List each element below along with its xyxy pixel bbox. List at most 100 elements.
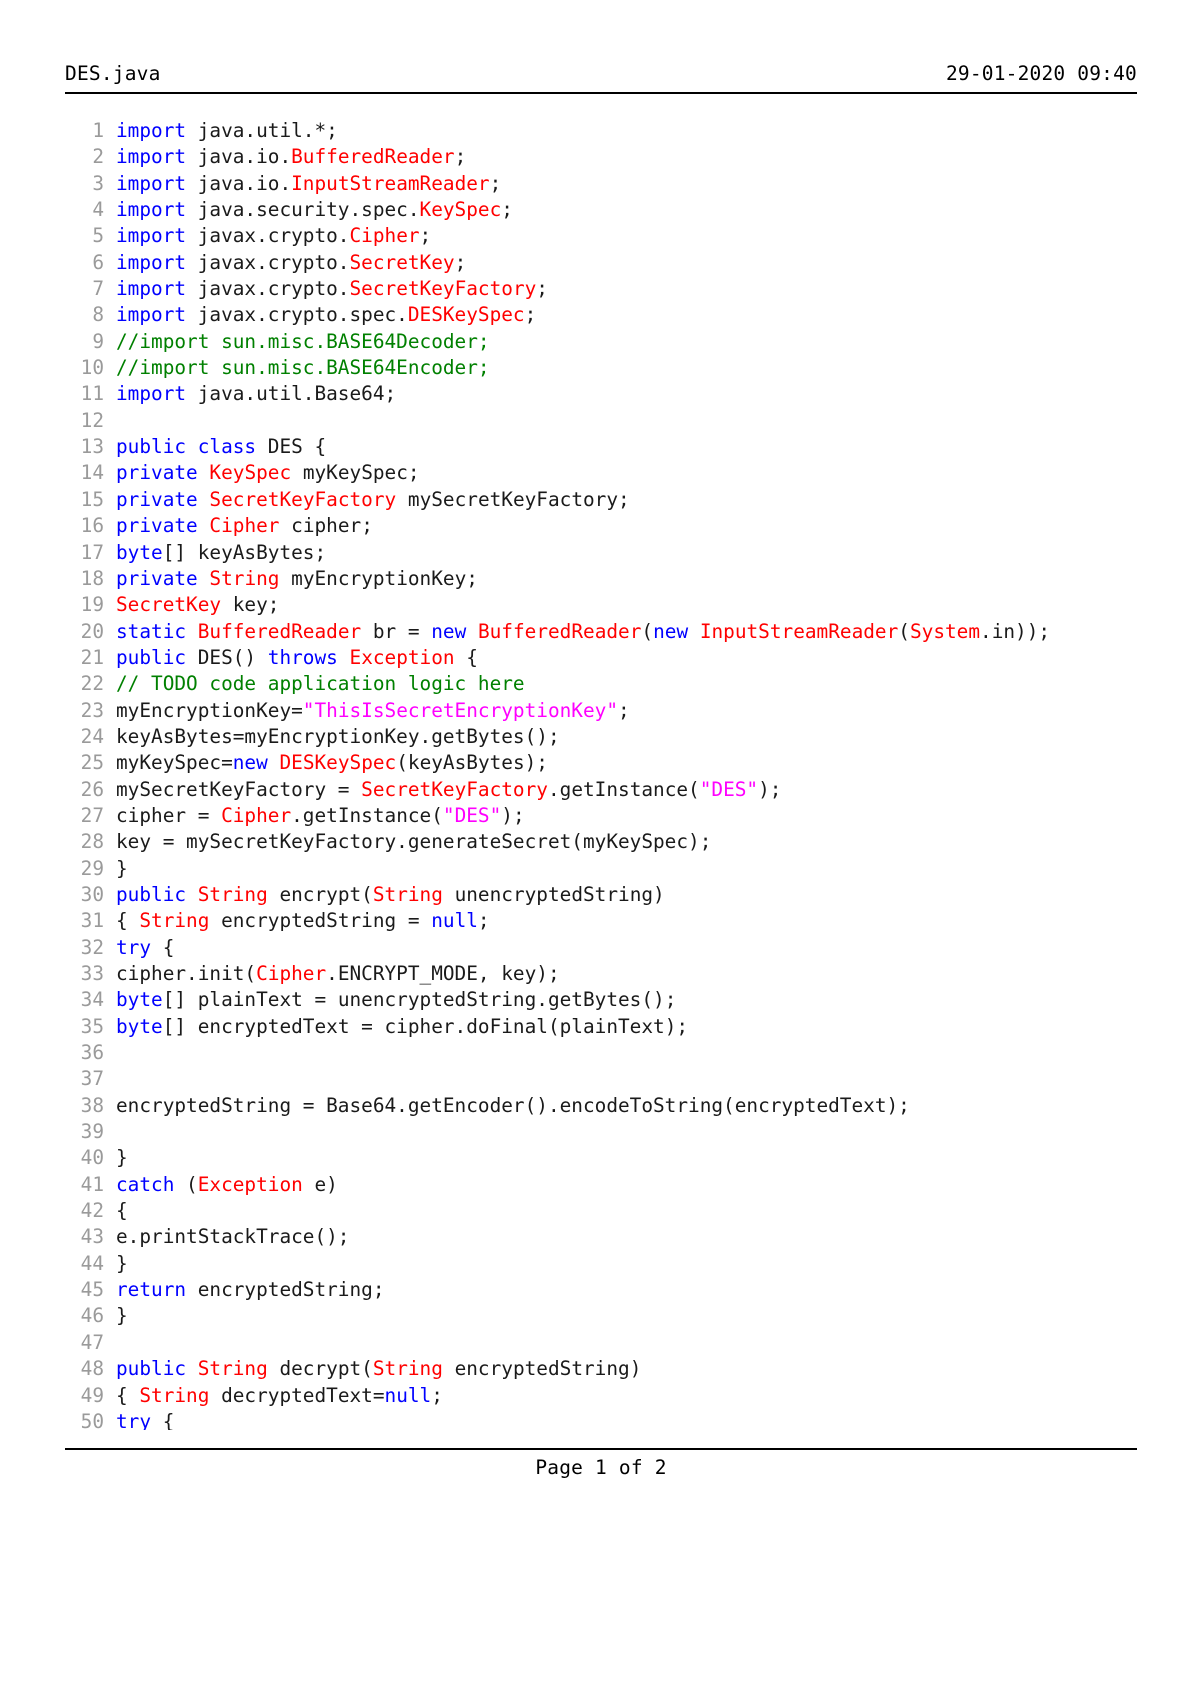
code-text: myKeySpec=new DESKeySpec(keyAsBytes); bbox=[116, 750, 548, 776]
line-number: 7 bbox=[92, 277, 104, 301]
code-token-cls: SecretKeyFactory bbox=[361, 777, 548, 801]
line-number: 37 bbox=[80, 1067, 104, 1091]
code-token-pln: [] plainText = unencryptedString.getByte… bbox=[162, 988, 677, 1012]
code-token-kw: import bbox=[116, 198, 187, 222]
code-token-cls: InputStreamReader bbox=[699, 619, 899, 643]
code-text: private Cipher cipher; bbox=[116, 513, 373, 539]
code-token-kw: try bbox=[116, 1409, 152, 1430]
code-text: import javax.crypto.SecretKeyFactory; bbox=[116, 276, 548, 302]
code-token-pln: java.security.spec. bbox=[186, 198, 420, 222]
page-footer: Page 1 of 2 bbox=[65, 1456, 1137, 1479]
code-line: 5 import javax.crypto.Cipher; bbox=[65, 223, 1140, 249]
code-token-cls: String bbox=[209, 566, 280, 590]
code-token-pln: ( bbox=[641, 619, 654, 643]
code-token-kw: new bbox=[232, 751, 268, 775]
code-text: import java.util.*; bbox=[116, 118, 338, 144]
code-token-kw: import bbox=[116, 250, 187, 274]
line-number: 9 bbox=[92, 329, 104, 353]
code-token-pln: .getInstance( bbox=[291, 803, 443, 827]
code-token-pln: ); bbox=[758, 777, 782, 801]
code-token-pln: keyAsBytes=myEncryptionKey.getBytes(); bbox=[116, 724, 560, 748]
line-number: 42 bbox=[80, 1199, 104, 1223]
code-text: e.printStackTrace(); bbox=[116, 1224, 349, 1250]
code-line: 19 SecretKey key; bbox=[65, 592, 1140, 618]
code-token-cls: String bbox=[372, 1357, 443, 1381]
code-token-pln: ; bbox=[454, 145, 467, 169]
code-text: key = mySecretKeyFactory.generateSecret(… bbox=[116, 829, 711, 855]
code-line: 11 import java.util.Base64; bbox=[65, 381, 1140, 407]
line-number: 4 bbox=[92, 198, 104, 222]
code-text: myEncryptionKey="ThisIsSecretEncryptionK… bbox=[116, 698, 630, 724]
code-token-kw: try bbox=[116, 935, 152, 959]
code-token-kw: null bbox=[384, 1383, 432, 1407]
code-token-pln: myKeySpec= bbox=[116, 751, 233, 775]
code-line: 38 encryptedString = Base64.getEncoder().… bbox=[65, 1093, 1140, 1119]
line-number: 45 bbox=[80, 1278, 104, 1302]
line-number: 44 bbox=[80, 1251, 104, 1275]
code-token-cls: BufferedReader bbox=[477, 619, 642, 643]
code-token-cmt: //import sun.misc.BASE64Decoder; bbox=[116, 329, 490, 353]
code-line: 15 private SecretKeyFactory mySecretKeyFa… bbox=[65, 487, 1140, 513]
code-line: 7 import javax.crypto.SecretKeyFactory; bbox=[65, 276, 1140, 302]
code-token-pln bbox=[186, 883, 198, 906]
code-token-kw: import bbox=[116, 277, 187, 301]
line-number: 20 bbox=[80, 619, 104, 643]
line-number: 33 bbox=[80, 962, 104, 985]
line-number: 8 bbox=[92, 303, 104, 327]
code-token-pln: DES() bbox=[186, 645, 268, 669]
line-number: 32 bbox=[80, 935, 104, 959]
code-line: 26 mySecretKeyFactory = SecretKeyFactory.… bbox=[65, 777, 1140, 803]
line-number: 3 bbox=[92, 171, 104, 195]
code-token-cls: System bbox=[909, 619, 981, 643]
code-text: { String decryptedText=null; bbox=[116, 1383, 443, 1409]
line-number: 35 bbox=[80, 1014, 104, 1038]
code-token-cls: Cipher bbox=[209, 514, 280, 538]
code-token-kw: catch bbox=[116, 1172, 175, 1196]
code-token-pln: myEncryptionKey= bbox=[116, 698, 303, 722]
code-text: } bbox=[116, 1303, 128, 1329]
code-token-kw: public bbox=[116, 645, 187, 669]
code-token-pln bbox=[198, 567, 210, 590]
line-number: 26 bbox=[80, 777, 104, 801]
code-text: public class DES { bbox=[116, 434, 326, 460]
code-token-kw: return bbox=[116, 1278, 187, 1302]
code-text: //import sun.misc.BASE64Encoder; bbox=[116, 355, 490, 381]
code-text: import javax.crypto.Cipher; bbox=[116, 223, 431, 249]
code-token-kw: private bbox=[116, 566, 198, 590]
line-number: 34 bbox=[80, 988, 104, 1012]
code-line: 49 { String decryptedText=null; bbox=[65, 1383, 1140, 1409]
code-text: byte[] plainText = unencryptedString.get… bbox=[116, 987, 676, 1013]
code-token-pln: encrypt( bbox=[267, 882, 373, 906]
code-token-pln: .getInstance( bbox=[547, 777, 700, 801]
code-token-pln: unencryptedString) bbox=[442, 882, 665, 906]
code-line: 10 //import sun.misc.BASE64Encoder; bbox=[65, 355, 1140, 381]
code-line: 35 byte[] encryptedText = cipher.doFinal(… bbox=[65, 1014, 1140, 1040]
line-number: 12 bbox=[80, 408, 104, 432]
line-number: 11 bbox=[80, 382, 104, 406]
code-text: keyAsBytes=myEncryptionKey.getBytes(); bbox=[116, 724, 560, 750]
code-token-cls: String bbox=[197, 1357, 268, 1381]
code-token-pln: cipher = bbox=[116, 803, 222, 827]
code-token-pln: java.util.*; bbox=[186, 119, 338, 142]
line-number: 38 bbox=[80, 1093, 104, 1117]
code-text: } bbox=[116, 1251, 128, 1277]
code-text: SecretKey key; bbox=[116, 592, 279, 618]
code-token-pln: } bbox=[116, 1146, 128, 1170]
code-line: 16 private Cipher cipher; bbox=[65, 513, 1140, 539]
code-token-pln: { bbox=[454, 645, 478, 669]
line-number: 41 bbox=[80, 1172, 104, 1196]
line-number: 40 bbox=[80, 1146, 104, 1170]
line-number: 29 bbox=[80, 856, 104, 880]
code-token-pln bbox=[198, 488, 210, 511]
code-line: 39 bbox=[65, 1119, 1140, 1145]
code-line: 45 return encryptedString; bbox=[65, 1277, 1140, 1303]
code-text: public DES() throws Exception { bbox=[116, 645, 478, 671]
printed-code-page: DES.java 29-01-2020 09:40 1 import java.u… bbox=[0, 0, 1200, 1697]
code-token-cls: DESKeySpec bbox=[407, 303, 525, 327]
code-line: 14 private KeySpec myKeySpec; bbox=[65, 460, 1140, 486]
code-token-cls: DESKeySpec bbox=[279, 751, 397, 775]
code-token-pln: decryptedText= bbox=[209, 1383, 385, 1407]
code-token-pln: ; bbox=[419, 224, 432, 248]
code-token-pln: { bbox=[116, 1199, 128, 1223]
code-text: } bbox=[116, 856, 128, 882]
